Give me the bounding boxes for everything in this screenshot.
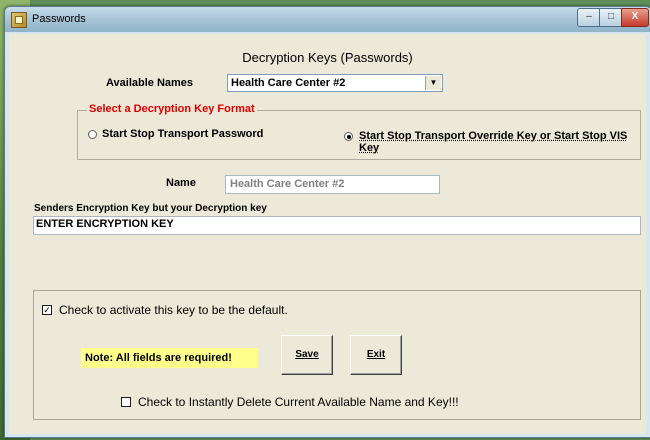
default-key-checkbox[interactable]: ✓: [42, 305, 52, 315]
maximize-button[interactable]: □: [599, 8, 623, 27]
radio-transport-password[interactable]: [88, 130, 97, 139]
passwords-window: Passwords – □ X Decryption Keys (Passwor…: [4, 6, 650, 438]
close-button[interactable]: X: [621, 8, 649, 27]
save-button[interactable]: Save: [281, 335, 333, 375]
default-key-label[interactable]: Check to activate this key to be the def…: [59, 303, 288, 317]
encryption-key-label: Senders Encryption Key but your Decrypti…: [34, 203, 267, 214]
name-label: Name: [166, 177, 196, 189]
delete-label[interactable]: Check to Instantly Delete Current Availa…: [138, 395, 459, 409]
encryption-key-value: ENTER ENCRYPTION KEY: [36, 218, 174, 230]
app-icon: [11, 12, 27, 28]
window-title: Passwords: [32, 13, 86, 25]
available-names-dropdown[interactable]: Health Care Center #2 ▼: [227, 74, 443, 92]
page-title: Decryption Keys (Passwords): [242, 50, 413, 65]
name-field-value: Health Care Center #2: [230, 178, 345, 190]
dialog-client-area: Decryption Keys (Passwords) Available Na…: [9, 34, 646, 434]
radio-override-key-label[interactable]: Start Stop Transport Override Key or Sta…: [359, 130, 646, 154]
available-names-label: Available Names: [106, 77, 194, 89]
name-field[interactable]: Health Care Center #2: [225, 175, 440, 194]
radio-override-key[interactable]: [344, 132, 353, 141]
exit-button-label: Exit: [366, 349, 386, 360]
required-note: Note: All fields are required!: [81, 348, 258, 368]
minimize-button[interactable]: –: [577, 8, 601, 27]
exit-button[interactable]: Exit: [350, 335, 402, 375]
chevron-down-icon[interactable]: ▼: [425, 76, 441, 90]
title-bar[interactable]: Passwords – □ X: [5, 7, 650, 32]
save-button-label: Save: [295, 349, 319, 360]
encryption-key-field[interactable]: ENTER ENCRYPTION KEY: [33, 216, 641, 235]
delete-checkbox[interactable]: [121, 397, 131, 407]
radio-transport-password-label[interactable]: Start Stop Transport Password: [102, 128, 263, 140]
available-names-value: Health Care Center #2: [231, 77, 346, 89]
key-format-group-title: Select a Decryption Key Format: [87, 103, 257, 115]
